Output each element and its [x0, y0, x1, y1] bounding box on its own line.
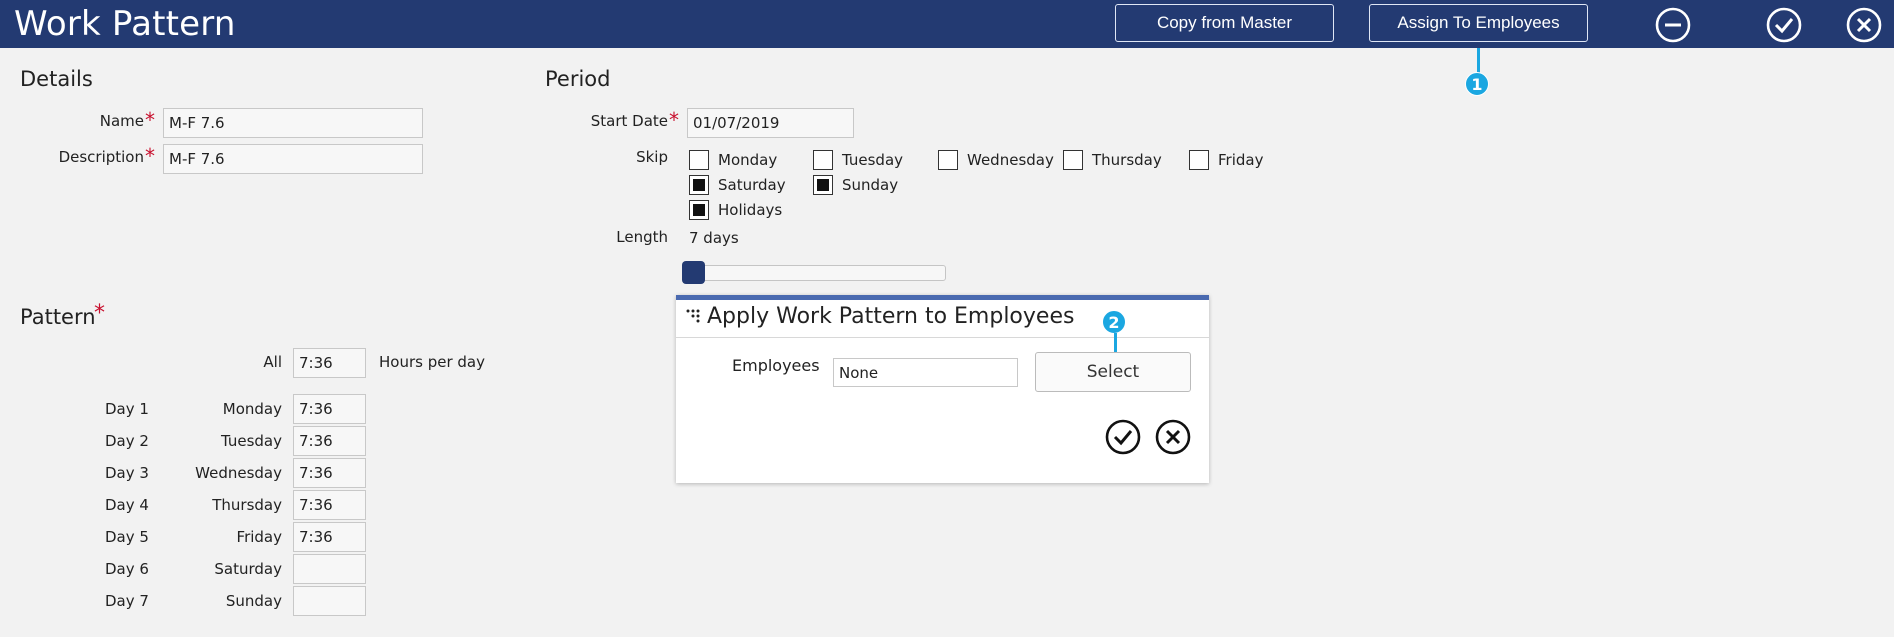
page-title: Work Pattern	[14, 4, 236, 44]
skip-thursday-checkbox[interactable]	[1063, 150, 1083, 170]
description-required-mark: *	[145, 144, 155, 168]
name-required-mark: *	[145, 108, 155, 132]
start-date-input[interactable]: 01/07/2019	[687, 108, 854, 138]
description-label: Description	[58, 148, 144, 166]
length-value: 7 days	[689, 229, 739, 247]
day-6-hours-input[interactable]	[293, 554, 366, 584]
name-input[interactable]: M-F 7.6	[163, 108, 423, 138]
skip-tuesday-checkbox[interactable]	[813, 150, 833, 170]
day-2-name: Tuesday	[220, 432, 282, 450]
skip-holidays-label: Holidays	[718, 201, 783, 219]
employees-input[interactable]: None	[833, 358, 1018, 387]
day-5-hours-input[interactable]: 7:36	[293, 522, 366, 552]
assign-to-employees-button[interactable]: Assign To Employees	[1369, 4, 1588, 42]
dialog-divider	[676, 337, 1209, 338]
day-2-label: Day 2	[105, 432, 149, 450]
day-4-hours-input[interactable]: 7:36	[293, 490, 366, 520]
start-date-required-mark: *	[669, 108, 679, 132]
all-label: All	[263, 353, 282, 371]
day-1-label: Day 1	[105, 400, 149, 418]
day-3-name: Wednesday	[195, 464, 282, 482]
day-5-label: Day 5	[105, 528, 149, 546]
skip-friday-label: Friday	[1218, 151, 1264, 169]
select-employees-button[interactable]: Select	[1035, 352, 1191, 392]
day-7-label: Day 7	[105, 592, 149, 610]
close-circle-icon[interactable]	[1846, 7, 1882, 43]
day-7-name: Sunday	[225, 592, 282, 610]
dialog-confirm-icon[interactable]	[1105, 419, 1141, 455]
day-7-hours-input[interactable]	[293, 586, 366, 616]
drag-handle-icon[interactable]	[686, 308, 704, 324]
details-title: Details	[20, 67, 93, 91]
skip-holidays-checkbox[interactable]	[689, 200, 709, 220]
minus-circle-icon[interactable]	[1655, 7, 1691, 43]
pattern-title: Pattern	[20, 305, 96, 329]
day-2-hours-input[interactable]: 7:36	[293, 426, 366, 456]
callout-2-line	[1114, 333, 1117, 352]
description-input[interactable]: M-F 7.6	[163, 144, 423, 174]
hours-per-day-label: Hours per day	[379, 353, 485, 371]
skip-saturday-checkbox[interactable]	[689, 175, 709, 195]
length-slider-track[interactable]	[684, 265, 946, 281]
callout-1-line	[1477, 48, 1480, 74]
day-4-name: Thursday	[212, 496, 282, 514]
day-6-name: Saturday	[214, 560, 282, 578]
skip-saturday-label: Saturday	[718, 176, 786, 194]
day-5-name: Friday	[236, 528, 282, 546]
pattern-required-mark: *	[94, 301, 105, 326]
skip-tuesday-label: Tuesday	[842, 151, 904, 169]
skip-sunday-label: Sunday	[842, 176, 899, 194]
all-hours-input[interactable]: 7:36	[293, 348, 366, 378]
day-1-hours-input[interactable]: 7:36	[293, 394, 366, 424]
period-title: Period	[545, 67, 611, 91]
copy-from-master-button[interactable]: Copy from Master	[1115, 4, 1334, 42]
skip-thursday-label: Thursday	[1092, 151, 1162, 169]
day-1-name: Monday	[222, 400, 282, 418]
skip-sunday-checkbox[interactable]	[813, 175, 833, 195]
dialog-title: Apply Work Pattern to Employees	[707, 304, 1075, 329]
skip-monday-label: Monday	[718, 151, 778, 169]
skip-wednesday-checkbox[interactable]	[938, 150, 958, 170]
skip-friday-checkbox[interactable]	[1189, 150, 1209, 170]
callout-1-badge: 1	[1465, 72, 1489, 96]
start-date-label: Start Date	[590, 112, 668, 130]
length-label: Length	[616, 228, 668, 246]
name-label: Name	[99, 112, 144, 130]
day-3-hours-input[interactable]: 7:36	[293, 458, 366, 488]
check-circle-icon[interactable]	[1766, 7, 1802, 43]
skip-label: Skip	[636, 148, 668, 166]
skip-wednesday-label: Wednesday	[967, 151, 1054, 169]
skip-monday-checkbox[interactable]	[689, 150, 709, 170]
header-bar	[0, 0, 1894, 48]
day-6-label: Day 6	[105, 560, 149, 578]
employees-label: Employees	[732, 356, 820, 375]
callout-2-badge: 2	[1102, 310, 1126, 334]
length-slider-handle[interactable]	[682, 261, 705, 284]
day-3-label: Day 3	[105, 464, 149, 482]
day-4-label: Day 4	[105, 496, 149, 514]
dialog-cancel-icon[interactable]	[1155, 419, 1191, 455]
